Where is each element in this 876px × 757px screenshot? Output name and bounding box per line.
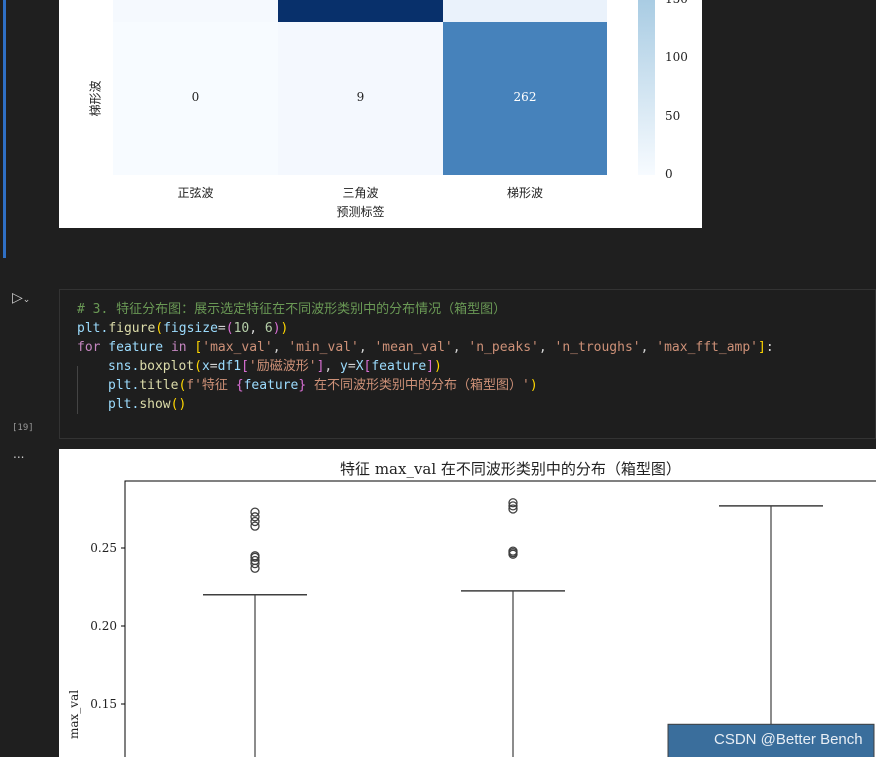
code-line: # 3. 特征分布图：展示选定特征在不同波形类别中的分布情况（箱型图） xyxy=(77,302,507,317)
code-cell-editor[interactable]: # 3. 特征分布图：展示选定特征在不同波形类别中的分布情况（箱型图） plt.… xyxy=(59,289,876,439)
colorbar-tick: 50 xyxy=(665,109,681,123)
cell-value: 0 xyxy=(191,90,200,104)
colorbar-tick: 0 xyxy=(665,167,673,181)
axes-frame xyxy=(124,480,876,757)
y-tick-label: 0.20 xyxy=(90,619,117,633)
colorbar xyxy=(638,0,655,175)
watermark: CSDN @Better Bench xyxy=(714,731,863,748)
heatmap-output: 0 9 262 梯形波 正弦波 三角波 梯形波 预测标签 0 50 100 15… xyxy=(59,0,702,228)
boxplot-svg: 0.15 0.20 0.25 xyxy=(90,480,876,757)
heatmap-cell xyxy=(278,0,443,22)
heatmap-cell xyxy=(113,0,278,22)
outlier-point xyxy=(250,507,260,517)
indent-guide xyxy=(77,366,78,414)
code-line: sns.boxplot(x=df1['励磁波形'], y=X[feature]) xyxy=(108,359,442,374)
code-line: plt.title(f'特征 {feature} 在不同波形类别中的分布（箱型图… xyxy=(108,378,538,393)
cell-focus-indicator xyxy=(3,0,6,258)
y-tick-label: 0.25 xyxy=(90,541,117,555)
cell-value: 262 xyxy=(513,90,537,104)
x-axis-label: 预测标签 xyxy=(336,205,385,219)
y-tick-label: 0.15 xyxy=(90,697,117,711)
heatmap-cell xyxy=(443,0,607,22)
code-line: plt.show() xyxy=(108,397,187,412)
code-line: for feature in ['max_val', 'min_val', 'm… xyxy=(77,340,774,355)
execution-count: [19] xyxy=(12,423,34,433)
colorbar-tick: 150 xyxy=(665,0,688,6)
run-cell-button[interactable]: ▷⌄ xyxy=(12,290,30,306)
cell-value: 9 xyxy=(356,90,365,104)
output-more-button[interactable]: ... xyxy=(13,447,24,461)
code-line: plt.figure(figsize=(10, 6)) xyxy=(77,321,289,336)
x-tick-label: 梯形波 xyxy=(506,186,543,200)
boxplot-output: 特征 max_val 在不同波形类别中的分布（箱型图） max_val 0.15… xyxy=(59,449,876,757)
x-tick-label: 三角波 xyxy=(342,186,379,200)
y-tick-label: 梯形波 xyxy=(88,80,103,117)
x-tick-label: 正弦波 xyxy=(177,186,214,200)
colorbar-tick: 100 xyxy=(665,50,688,64)
